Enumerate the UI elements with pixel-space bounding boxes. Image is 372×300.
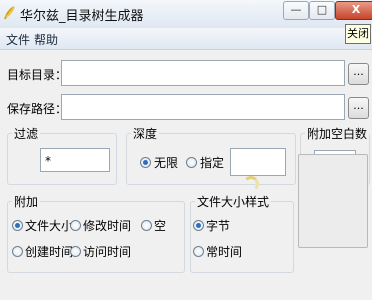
depth-specified-label: 指定	[200, 156, 225, 170]
menu-help[interactable]: 帮助	[34, 31, 58, 48]
size-style-legend: 文件大小样式	[197, 195, 270, 209]
append-file-size-label: 文件大小	[25, 219, 74, 233]
append-access-time-label: 访问时间	[83, 245, 132, 259]
filter-input[interactable]: *	[40, 148, 110, 172]
append-file-size-radio[interactable]	[12, 220, 23, 231]
depth-value-input[interactable]	[230, 148, 286, 176]
append-access-time-radio[interactable]	[70, 246, 81, 257]
target-dir-label: 目标目录：	[7, 68, 68, 82]
target-dir-browse-button[interactable]: ...	[348, 63, 369, 85]
save-path-label: 保存路径：	[7, 102, 68, 116]
append-modified-time-label: 修改时间	[83, 219, 132, 233]
extra-spaces-legend: 附加空白数	[307, 127, 368, 141]
minimize-button[interactable]: —	[283, 1, 309, 20]
close-button[interactable]: X	[335, 1, 372, 20]
menu-file[interactable]: 文件	[6, 31, 30, 48]
append-empty-radio[interactable]	[141, 220, 152, 231]
append-empty-label: 空	[154, 219, 167, 233]
menu-bar: 文件 帮助	[0, 28, 372, 50]
filter-legend: 过滤	[14, 127, 39, 141]
append-legend: 附加	[14, 195, 39, 209]
size-style-other-radio[interactable]	[193, 246, 204, 257]
depth-unlimited-radio[interactable]	[140, 157, 151, 168]
save-path-input[interactable]	[61, 94, 345, 120]
title-bar: 华尔兹_目录树生成器 — □ X	[0, 0, 372, 28]
depth-specified-radio[interactable]	[186, 157, 197, 168]
append-created-time-label: 创建时间	[25, 245, 74, 259]
window-title: 华尔兹_目录树生成器	[20, 9, 144, 24]
size-style-bytes-label: 字节	[206, 219, 231, 233]
generate-button[interactable]	[298, 154, 368, 248]
size-style-other-label: 常时间	[206, 245, 243, 259]
append-modified-time-radio[interactable]	[70, 220, 81, 231]
depth-unlimited-label: 无限	[154, 156, 179, 170]
target-dir-input[interactable]	[61, 60, 345, 86]
maximize-button[interactable]: □	[309, 1, 335, 20]
save-path-browse-button[interactable]: ...	[348, 97, 369, 119]
depth-legend: 深度	[133, 127, 158, 141]
app-feather-icon	[4, 6, 15, 20]
size-style-bytes-radio[interactable]	[193, 220, 204, 231]
append-created-time-radio[interactable]	[12, 246, 23, 257]
close-tooltip: 关闭	[345, 24, 371, 44]
loading-spinner-icon	[243, 176, 259, 192]
